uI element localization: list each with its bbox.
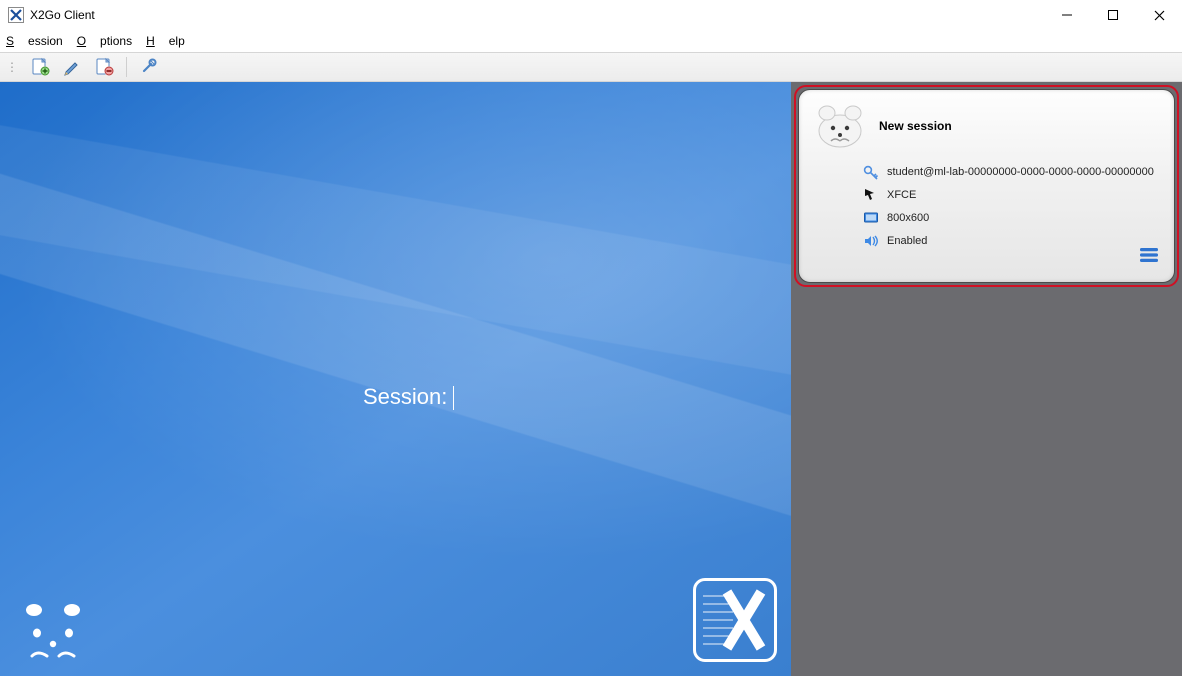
session-label: Session:: [363, 384, 454, 410]
session-sound-text: Enabled: [887, 235, 927, 247]
session-resolution-text: 800x600: [887, 212, 929, 224]
edit-session-button[interactable]: [60, 55, 84, 79]
sessions-sidebar: New session student@ml-lab-00000000-0000…: [791, 82, 1182, 676]
menu-session[interactable]: Session: [6, 34, 63, 48]
seal-corner-icon: [14, 600, 92, 664]
key-icon: [863, 164, 879, 180]
session-connection-text: student@ml-lab-00000000-0000-0000-0000-0…: [887, 166, 1154, 178]
mouse-icon: [863, 187, 879, 203]
session-menu-button[interactable]: [1140, 247, 1158, 268]
x2go-logo: [693, 578, 777, 662]
session-connection-row: student@ml-lab-00000000-0000-0000-0000-0…: [863, 164, 1160, 180]
new-session-button[interactable]: [28, 55, 52, 79]
minimize-button[interactable]: [1044, 0, 1090, 30]
display-icon: [863, 210, 879, 226]
menu-options[interactable]: Options: [77, 34, 132, 48]
delete-session-button[interactable]: [92, 55, 116, 79]
app-icon: [8, 7, 24, 23]
session-sound-row: Enabled: [863, 233, 1160, 249]
maximize-button[interactable]: [1090, 0, 1136, 30]
sound-icon: [863, 233, 879, 249]
session-card[interactable]: New session student@ml-lab-00000000-0000…: [798, 89, 1175, 283]
session-desktop-text: XFCE: [887, 189, 916, 201]
menu-bar: Session Options Help: [0, 30, 1182, 52]
session-resolution-row: 800x600: [863, 210, 1160, 226]
close-button[interactable]: [1136, 0, 1182, 30]
menu-help[interactable]: Help: [146, 34, 185, 48]
window-titlebar: X2Go Client: [0, 0, 1182, 30]
settings-button[interactable]: [137, 55, 161, 79]
toolbar: ⋮: [0, 52, 1182, 82]
window-title: X2Go Client: [30, 8, 95, 22]
session-panel[interactable]: Session:: [0, 82, 791, 676]
session-card-title: New session: [879, 119, 952, 133]
seal-avatar-icon: [813, 102, 867, 150]
toolbar-separator: [126, 57, 127, 77]
session-desktop-row: XFCE: [863, 187, 1160, 203]
